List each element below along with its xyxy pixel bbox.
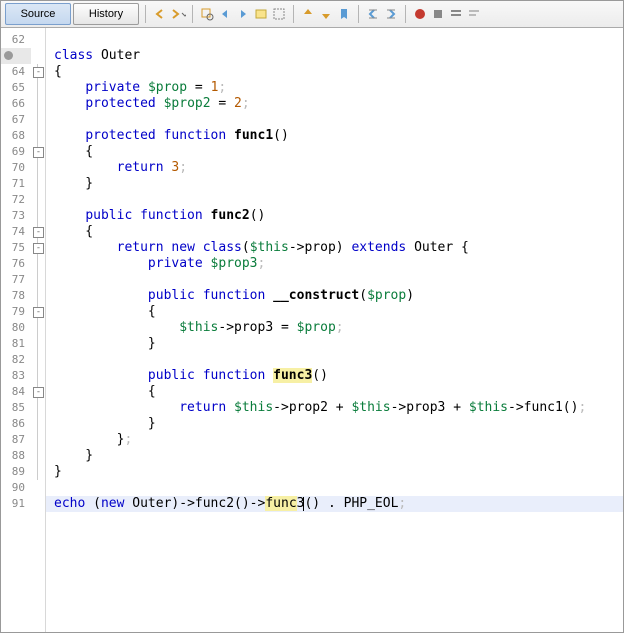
line-number[interactable]: 69 [1, 144, 31, 160]
code-line[interactable]: public function __construct($prop) [46, 288, 623, 304]
find-prev-icon[interactable] [217, 6, 233, 22]
shift-right-icon[interactable] [383, 6, 399, 22]
line-number[interactable]: 85 [1, 400, 31, 416]
fold-toggle[interactable]: - [33, 387, 44, 398]
line-number[interactable]: 71 [1, 176, 31, 192]
line-number[interactable]: 79 [1, 304, 31, 320]
fold-toggle[interactable]: - [33, 147, 44, 158]
code-line[interactable]: public function func3() [46, 368, 623, 384]
line-number[interactable]: 86 [1, 416, 31, 432]
fold-toggle[interactable]: - [33, 227, 44, 238]
code-line[interactable]: return 3; [46, 160, 623, 176]
code-line[interactable]: { [46, 224, 623, 240]
code-line[interactable]: } [46, 464, 623, 480]
code-line[interactable]: return new class($this->prop) extends Ou… [46, 240, 623, 256]
code-area[interactable]: class Outer{ private $prop = 1; protecte… [45, 28, 623, 632]
code-line[interactable]: { [46, 304, 623, 320]
code-line[interactable]: } [46, 416, 623, 432]
code-line[interactable]: protected $prop2 = 2; [46, 96, 623, 112]
shift-left-icon[interactable] [365, 6, 381, 22]
line-number[interactable]: 65 [1, 80, 31, 96]
next-bookmark-icon[interactable] [318, 6, 334, 22]
code-line[interactable]: } [46, 336, 623, 352]
line-number[interactable]: 80 [1, 320, 31, 336]
macro-stop-icon[interactable] [430, 6, 446, 22]
code-line[interactable]: } [46, 176, 623, 192]
editor-window: Source History 6264656667686970717273747… [0, 0, 624, 633]
source-tab[interactable]: Source [5, 3, 71, 25]
line-number[interactable]: 90 [1, 480, 31, 496]
code-line[interactable]: private $prop = 1; [46, 80, 623, 96]
uncomment-icon[interactable] [466, 6, 482, 22]
line-number[interactable]: 72 [1, 192, 31, 208]
code-line[interactable]: protected function func1() [46, 128, 623, 144]
code-line[interactable]: { [46, 144, 623, 160]
code-line[interactable]: }; [46, 432, 623, 448]
toggle-highlight-icon[interactable] [253, 6, 269, 22]
line-number[interactable]: 83 [1, 368, 31, 384]
fold-column[interactable]: - - - - - - [31, 28, 45, 632]
fold-toggle[interactable]: - [33, 67, 44, 78]
line-number[interactable]: 73 [1, 208, 31, 224]
separator [145, 5, 146, 23]
macro-record-icon[interactable] [412, 6, 428, 22]
code-line[interactable] [46, 192, 623, 208]
code-line[interactable]: public function func2() [46, 208, 623, 224]
line-number[interactable]: 84 [1, 384, 31, 400]
code-line[interactable]: { [46, 64, 623, 80]
line-number[interactable]: 67 [1, 112, 31, 128]
code-line[interactable] [46, 480, 623, 496]
comment-icon[interactable] [448, 6, 464, 22]
nav-back-icon[interactable] [152, 6, 168, 22]
code-line[interactable]: private $prop3; [46, 256, 623, 272]
prev-bookmark-icon[interactable] [300, 6, 316, 22]
code-line[interactable]: echo (new Outer)->func2()->func3() . PHP… [46, 496, 623, 512]
find-next-icon[interactable] [235, 6, 251, 22]
code-line[interactable] [46, 272, 623, 288]
nav-fwd-dropdown-icon[interactable] [170, 6, 186, 22]
toolbar: Source History [1, 1, 623, 28]
line-number[interactable] [1, 48, 31, 64]
toggle-bookmark-icon[interactable] [336, 6, 352, 22]
line-number[interactable]: 81 [1, 336, 31, 352]
code-line[interactable]: class Outer [46, 48, 623, 64]
separator [405, 5, 406, 23]
line-number[interactable]: 88 [1, 448, 31, 464]
line-number[interactable]: 82 [1, 352, 31, 368]
line-number[interactable]: 78 [1, 288, 31, 304]
line-number[interactable]: 70 [1, 160, 31, 176]
fold-toggle[interactable]: - [33, 243, 44, 254]
line-number[interactable]: 87 [1, 432, 31, 448]
line-number[interactable]: 64 [1, 64, 31, 80]
separator [293, 5, 294, 23]
line-number[interactable]: 89 [1, 464, 31, 480]
code-line[interactable]: return $this->prop2 + $this->prop3 + $th… [46, 400, 623, 416]
line-number[interactable]: 91 [1, 496, 31, 512]
line-number[interactable]: 75 [1, 240, 31, 256]
history-tab[interactable]: History [73, 3, 139, 25]
line-number-gutter[interactable]: 62 64656667686970717273747576777879808182… [1, 28, 31, 632]
code-line[interactable]: $this->prop3 = $prop; [46, 320, 623, 336]
code-line[interactable] [46, 352, 623, 368]
code-line[interactable]: { [46, 384, 623, 400]
line-number[interactable]: 77 [1, 272, 31, 288]
separator [358, 5, 359, 23]
code-line[interactable]: } [46, 448, 623, 464]
code-line[interactable] [46, 112, 623, 128]
code-line[interactable] [46, 32, 623, 48]
line-number[interactable]: 74 [1, 224, 31, 240]
separator [192, 5, 193, 23]
line-number[interactable]: 62 [1, 32, 31, 48]
fold-toggle[interactable]: - [33, 307, 44, 318]
line-number[interactable]: 68 [1, 128, 31, 144]
line-number[interactable]: 66 [1, 96, 31, 112]
find-selection-icon[interactable] [199, 6, 215, 22]
toggle-rect-select-icon[interactable] [271, 6, 287, 22]
code-editor[interactable]: 62 64656667686970717273747576777879808182… [1, 28, 623, 632]
line-number[interactable]: 76 [1, 256, 31, 272]
